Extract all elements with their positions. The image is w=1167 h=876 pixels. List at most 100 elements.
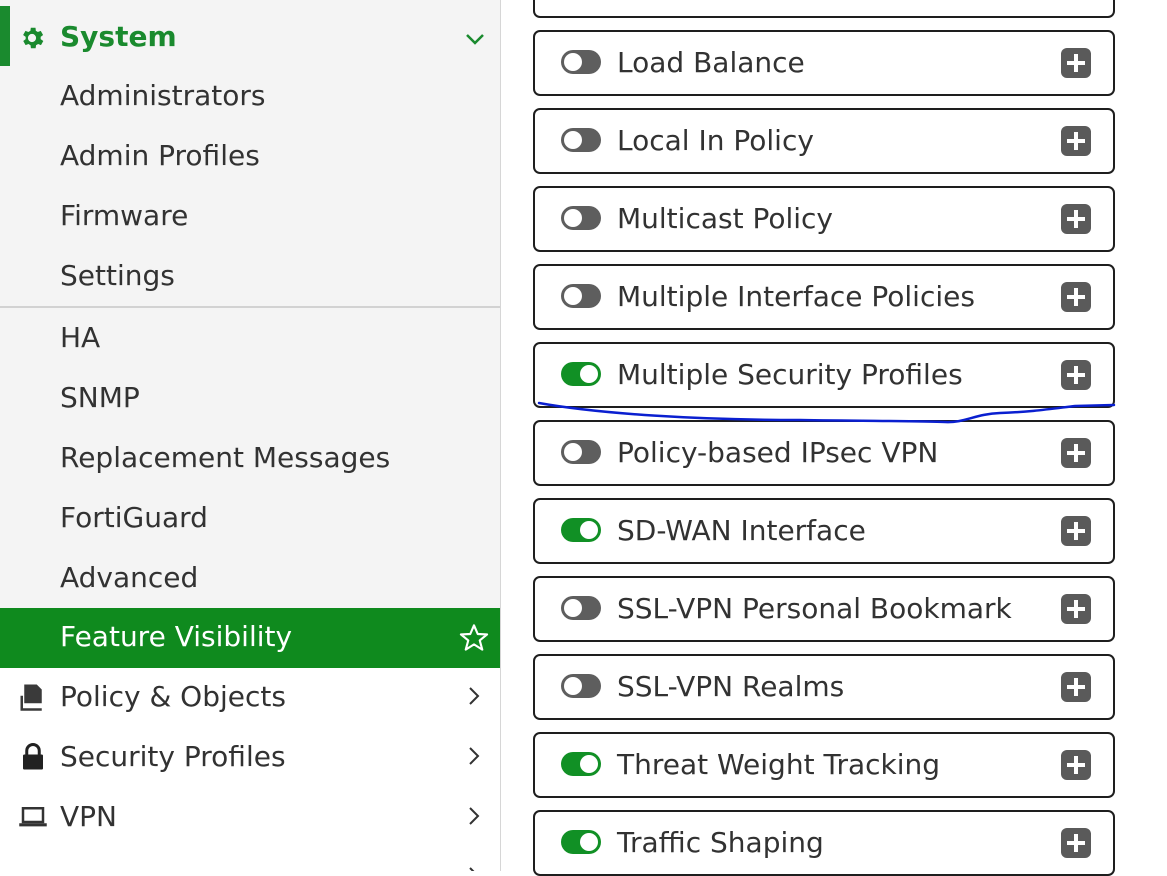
sidebar-item-label: Security Profiles	[60, 740, 286, 773]
sidebar-item-security-profiles[interactable]: Security Profiles	[0, 728, 500, 788]
sidebar-item-fortiguard[interactable]: FortiGuard	[0, 489, 500, 549]
feature-toggle[interactable]	[561, 284, 601, 308]
feature-card-ssl-vpn-realms: SSL-VPN Realms	[533, 654, 1115, 720]
feature-name: Multiple Security Profiles	[617, 358, 963, 391]
feature-list: Load Balance Local In Policy Multicast Pol…	[501, 0, 1167, 876]
star-icon[interactable]	[458, 622, 490, 654]
toggle-knob	[564, 209, 582, 227]
feature-toggle[interactable]	[561, 128, 601, 152]
feature-toggle[interactable]	[561, 674, 601, 698]
laptop-icon	[19, 807, 47, 827]
chevron-right-icon	[469, 687, 480, 705]
sidebar-section-system[interactable]: System	[0, 6, 500, 66]
toggle-knob	[580, 755, 598, 773]
feature-name: Traffic Shaping	[617, 826, 824, 859]
chevron-right-icon	[469, 747, 480, 765]
sidebar-item-label: VPN	[60, 800, 117, 833]
toggle-knob	[580, 833, 598, 851]
sidebar-item-ha[interactable]: HA	[0, 309, 500, 369]
feature-name: Multiple Interface Policies	[617, 280, 975, 313]
feature-card-traffic-shaping: Traffic Shaping	[533, 810, 1115, 876]
sidebar-item-label: Firmware	[60, 199, 189, 232]
feature-card-load-balance: Load Balance	[533, 30, 1115, 96]
expand-plus-icon[interactable]	[1061, 594, 1091, 624]
sidebar-item-admin-profiles[interactable]: Admin Profiles	[0, 127, 500, 187]
expand-plus-icon[interactable]	[1061, 750, 1091, 780]
feature-card-ssl-vpn-personal-bookmark: SSL-VPN Personal Bookmark	[533, 576, 1115, 642]
chevron-right-icon	[469, 867, 475, 871]
sidebar-item-administrators[interactable]: Administrators	[0, 67, 500, 127]
sidebar-item-settings[interactable]: Settings	[0, 247, 500, 307]
feature-card-partial	[533, 0, 1115, 18]
feature-card-multicast-policy: Multicast Policy	[533, 186, 1115, 252]
sidebar-item-label: Advanced	[60, 561, 199, 594]
feature-toggle[interactable]	[561, 830, 601, 854]
feature-toggle[interactable]	[561, 596, 601, 620]
toggle-knob	[564, 131, 582, 149]
sidebar-item-advanced[interactable]: Advanced	[0, 549, 500, 609]
user-icon	[18, 862, 48, 871]
feature-name: Load Balance	[617, 46, 805, 79]
sidebar-item-feature-visibility[interactable]: Feature Visibility	[0, 608, 500, 668]
feature-toggle[interactable]	[561, 206, 601, 230]
feature-toggle[interactable]	[561, 362, 601, 386]
toggle-knob	[564, 677, 582, 695]
toggle-knob	[564, 53, 582, 71]
sidebar: System Administrators Admin Profiles Fir…	[0, 0, 501, 871]
sidebar-item-label: Feature Visibility	[60, 620, 293, 653]
expand-plus-icon[interactable]	[1061, 204, 1091, 234]
chevron-right-icon	[469, 807, 480, 825]
sidebar-divider	[0, 306, 500, 308]
toggle-knob	[580, 365, 598, 383]
expand-plus-icon[interactable]	[1061, 516, 1091, 546]
sidebar-item-label: HA	[60, 321, 101, 354]
feature-name: Local In Policy	[617, 124, 814, 157]
feature-card-multiple-interface-policies: Multiple Interface Policies	[533, 264, 1115, 330]
feature-toggle[interactable]	[561, 50, 601, 74]
sidebar-item-snmp[interactable]: SNMP	[0, 369, 500, 429]
lock-icon	[23, 743, 43, 770]
expand-plus-icon[interactable]	[1061, 360, 1091, 390]
sidebar-item-firmware[interactable]: Firmware	[0, 187, 500, 247]
sidebar-item-label: Administrators	[60, 79, 266, 112]
gear-icon	[23, 27, 44, 49]
expand-plus-icon[interactable]	[1061, 672, 1091, 702]
feature-name: SSL-VPN Realms	[617, 670, 845, 703]
sidebar-section-title: System	[60, 20, 177, 53]
feature-toggle[interactable]	[561, 752, 601, 776]
feature-name: SD-WAN Interface	[617, 514, 866, 547]
sidebar-item-label: Settings	[60, 259, 175, 292]
expand-plus-icon[interactable]	[1061, 438, 1091, 468]
toggle-knob	[564, 287, 582, 305]
feature-name: Threat Weight Tracking	[617, 748, 941, 781]
expand-plus-icon[interactable]	[1061, 828, 1091, 858]
active-section-indicator	[0, 6, 10, 66]
sidebar-item-label: SNMP	[60, 381, 140, 414]
toggle-knob	[564, 599, 582, 617]
feature-toggle[interactable]	[561, 440, 601, 464]
sidebar-item-label: FortiGuard	[60, 501, 208, 534]
feature-card-threat-weight-tracking: Threat Weight Tracking	[533, 732, 1115, 798]
feature-toggle[interactable]	[561, 518, 601, 542]
expand-plus-icon[interactable]	[1061, 48, 1091, 78]
sidebar-item-partial[interactable]	[0, 848, 500, 871]
policy-icon	[20, 684, 42, 711]
sidebar-item-policy-objects[interactable]: Policy & Objects	[0, 668, 500, 728]
expand-plus-icon[interactable]	[1061, 126, 1091, 156]
expand-plus-icon[interactable]	[1061, 282, 1091, 312]
feature-card-multiple-security-profiles: Multiple Security Profiles	[533, 342, 1115, 408]
sidebar-item-label: Admin Profiles	[60, 139, 260, 172]
toggle-knob	[564, 443, 582, 461]
feature-card-local-in-policy: Local In Policy	[533, 108, 1115, 174]
chevron-down-icon[interactable]	[464, 32, 486, 46]
feature-card-sd-wan-interface: SD-WAN Interface	[533, 498, 1115, 564]
feature-name: Multicast Policy	[617, 202, 834, 235]
feature-name: Policy-based IPsec VPN	[617, 436, 939, 469]
sidebar-item-replacement-messages[interactable]: Replacement Messages	[0, 429, 500, 489]
toggle-knob	[580, 521, 598, 539]
sidebar-item-vpn[interactable]: VPN	[0, 788, 500, 848]
feature-card-policy-based-ipsec-vpn: Policy-based IPsec VPN	[533, 420, 1115, 486]
sidebar-item-label: Replacement Messages	[60, 441, 391, 474]
sidebar-item-label: Policy & Objects	[60, 680, 286, 713]
feature-name: SSL-VPN Personal Bookmark	[617, 592, 1012, 625]
